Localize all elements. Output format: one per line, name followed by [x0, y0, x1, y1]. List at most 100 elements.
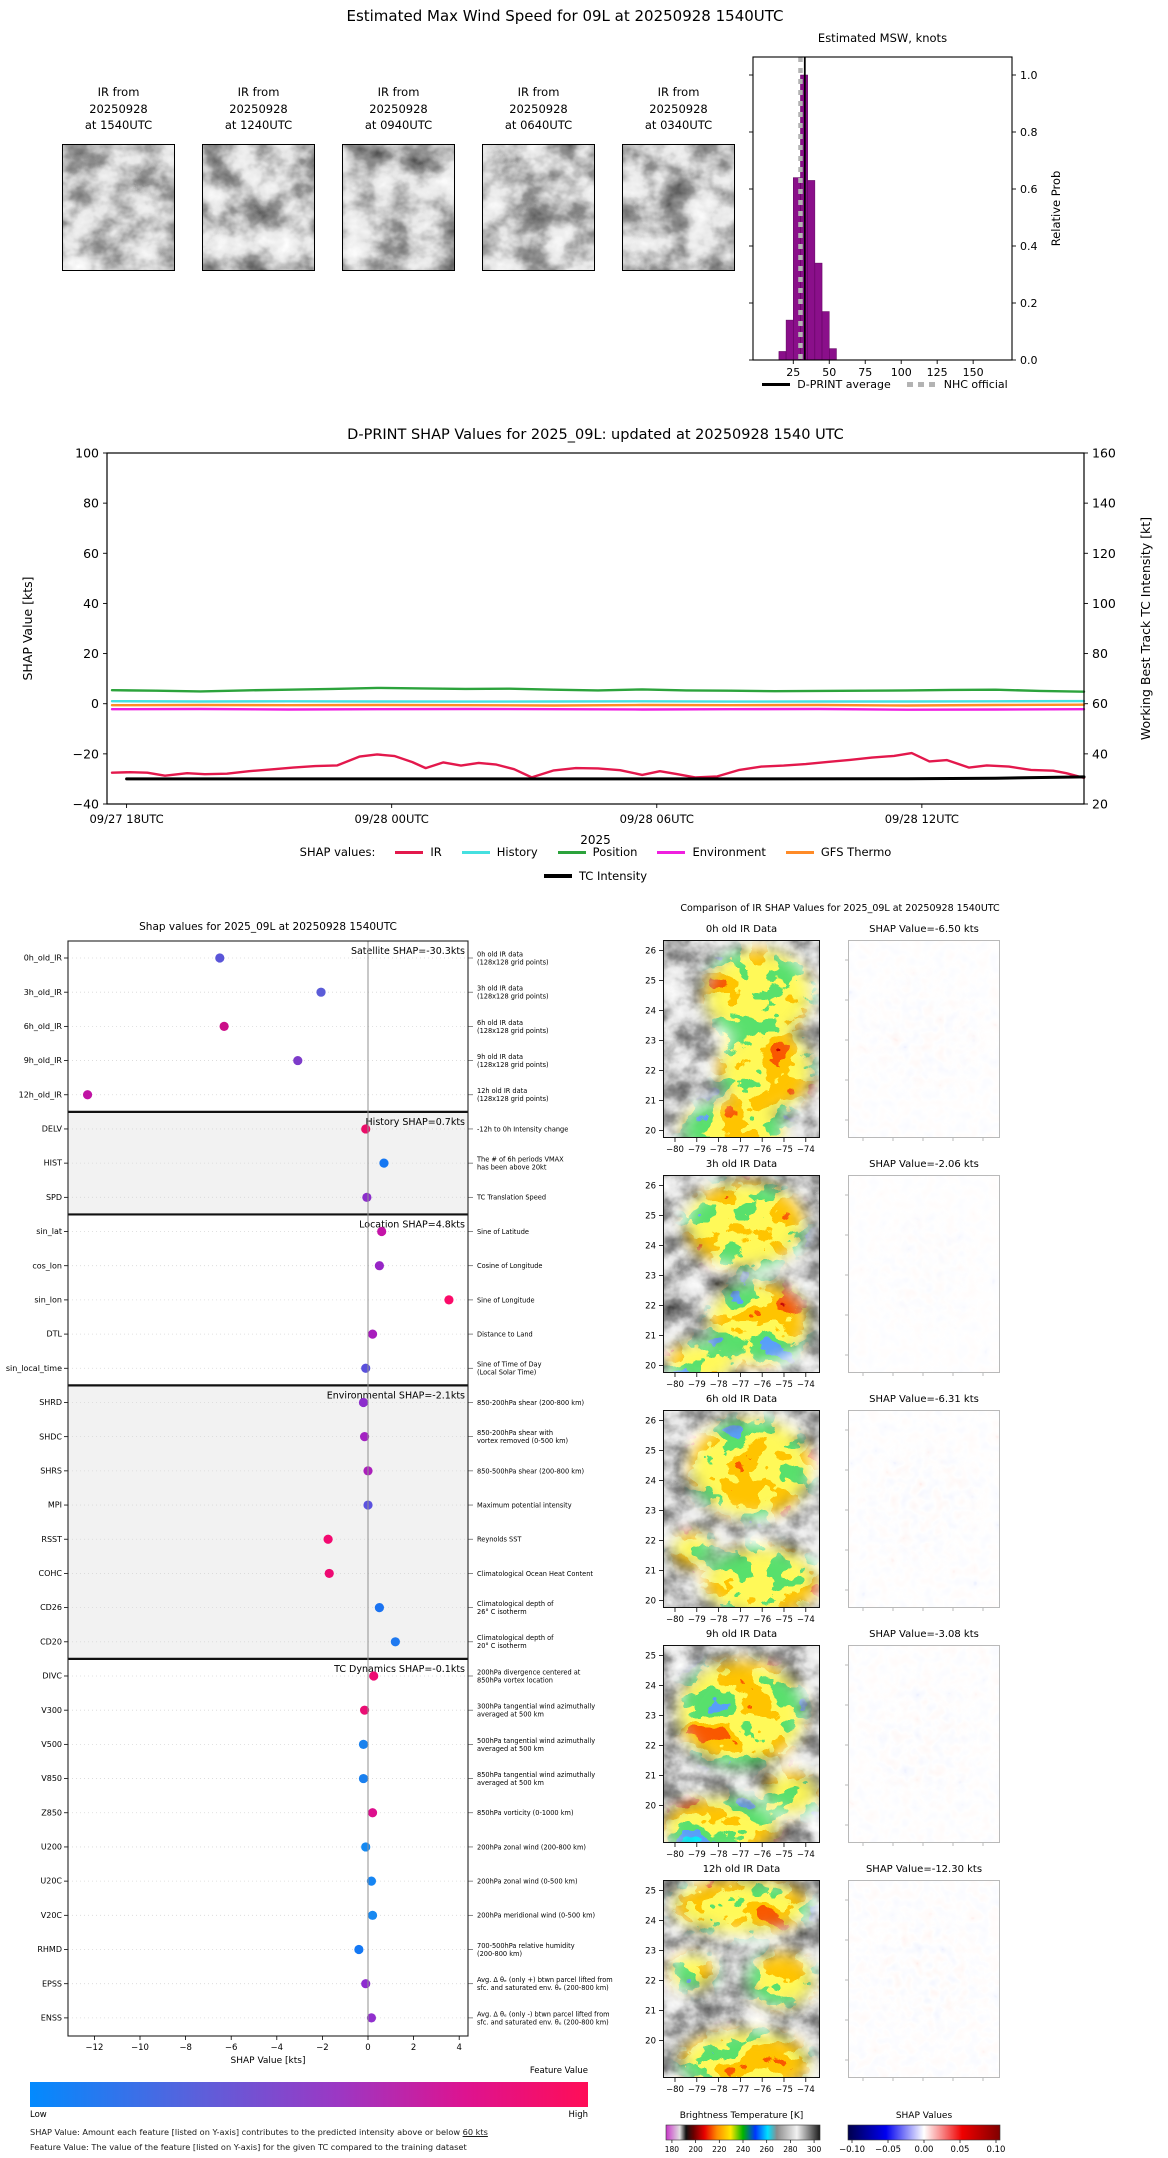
svg-text:DELV: DELV — [42, 1125, 63, 1134]
shap-dot-6h_old_IR — [219, 1021, 229, 1031]
svg-text:9h_old_IR: 9h_old_IR — [24, 1056, 63, 1065]
svg-text:21: 21 — [645, 1567, 656, 1577]
svg-text:6h_old_IR: 6h_old_IR — [24, 1022, 63, 1031]
svg-text:−75: −75 — [775, 1615, 793, 1625]
legend-environment: Environment — [657, 845, 766, 859]
svg-text:24: 24 — [645, 1917, 656, 1927]
footnote-underlined-text: 60 kts — [462, 2127, 488, 2137]
svg-text:−74: −74 — [797, 2085, 815, 2095]
feature-value-low-label: Low — [30, 2110, 47, 2120]
svg-text:80: 80 — [1092, 646, 1108, 661]
svg-text:0.8: 0.8 — [1020, 126, 1038, 139]
legend-prefix: SHAP values: — [299, 845, 376, 859]
svg-text:−76: −76 — [753, 1850, 771, 1860]
shap-dot-DIVC — [369, 1671, 379, 1681]
svg-text:U200: U200 — [41, 1843, 62, 1852]
svg-text:SHAP Value [kts]: SHAP Value [kts] — [231, 2056, 306, 2066]
shap-dot-9h_old_IR — [293, 1055, 303, 1066]
svg-text:40: 40 — [83, 596, 99, 611]
svg-text:HIST: HIST — [44, 1159, 62, 1168]
svg-text:−4: −4 — [271, 2043, 284, 2053]
shap-dot-SPD — [362, 1192, 372, 1202]
svg-text:0.2: 0.2 — [1020, 297, 1038, 310]
svg-text:−80: −80 — [666, 1615, 684, 1625]
svg-text:−77: −77 — [731, 1850, 749, 1860]
svg-text:CD26: CD26 — [40, 1603, 62, 1612]
shap-dot-sin_lat — [377, 1226, 387, 1237]
svg-text:−74: −74 — [797, 1145, 815, 1155]
svg-text:09/28 06UTC: 09/28 06UTC — [620, 812, 694, 826]
comparison-row-3h: 3h old IR Data SHAP Value=-2.06 kts 26 25 24… — [645, 1159, 1000, 1390]
svg-text:12h old IR Data: 12h old IR Data — [703, 1864, 781, 1875]
svg-text:U20C: U20C — [40, 1877, 62, 1886]
svg-text:−76: −76 — [753, 1145, 771, 1155]
shap-dot-12h_old_IR — [82, 1090, 93, 1100]
feature-value-colorbar-label: Feature Value — [529, 2066, 588, 2076]
svg-text:20: 20 — [83, 646, 99, 661]
svg-text:cos_lon: cos_lon — [32, 1261, 62, 1270]
svg-text:−0.10: −0.10 — [839, 2145, 865, 2155]
series-history — [110, 699, 1086, 703]
svg-text:−79: −79 — [688, 2085, 706, 2095]
figure-title: Estimated Max Wind Speed for 09L at 2025… — [346, 7, 784, 25]
shap-dot-U200 — [361, 1842, 371, 1852]
svg-text:3h_old_IR: 3h_old_IR — [24, 988, 63, 997]
msw-histogram: 0.00.20.40.60.81.025 50 75 100 125 150Relativ… — [749, 56, 1063, 379]
svg-text:−77: −77 — [731, 1380, 749, 1390]
shap-timeseries-chart: 100 160 80 140 60 120 40 100 20 80 0 60 −20 40 −40 20 09… — [20, 446, 1153, 848]
svg-text:Relative Prob: Relative Prob — [1049, 171, 1063, 247]
svg-text:−78: −78 — [710, 1615, 728, 1625]
timeseries-legend-row2: TC Intensity — [107, 869, 1084, 883]
svg-text:History SHAP=0.7kts: History SHAP=0.7kts — [366, 1117, 466, 1128]
shap-dot-SHRD — [358, 1397, 369, 1408]
svg-text:20: 20 — [645, 1597, 656, 1607]
svg-text:−76: −76 — [753, 1380, 771, 1390]
shap-dot-V20C — [367, 1910, 378, 1920]
legend-label: Environment — [692, 845, 766, 859]
svg-text:21: 21 — [645, 1772, 656, 1782]
histogram-legend: D-PRINT average NHC official — [735, 378, 1035, 391]
svg-text:−77: −77 — [731, 2085, 749, 2095]
svg-text:−79: −79 — [688, 1615, 706, 1625]
svg-text:0h_old_IR: 0h_old_IR — [24, 954, 63, 963]
series-environment — [110, 707, 1086, 711]
shap-dot-3h_old_IR — [316, 987, 326, 997]
svg-text:280: 280 — [783, 2145, 798, 2154]
legend-gfs-thermo: GFS Thermo — [785, 845, 891, 859]
svg-text:80: 80 — [83, 496, 99, 511]
svg-text:−78: −78 — [710, 1145, 728, 1155]
svg-text:−2: −2 — [316, 2043, 329, 2053]
svg-text:RSST: RSST — [41, 1535, 62, 1544]
timeseries-axes: 100 160 80 140 60 120 40 100 20 80 0 60 −20 40 −40 20 09… — [20, 446, 1153, 848]
svg-text:−77: −77 — [731, 1615, 749, 1625]
svg-text:09/27 18UTC: 09/27 18UTC — [89, 812, 163, 826]
comparison-row-9h: 9h old IR Data SHAP Value=-3.08 kts 25 24 23… — [645, 1629, 1000, 1860]
svg-text:Z850: Z850 — [41, 1808, 62, 1817]
svg-text:20: 20 — [1092, 797, 1108, 812]
shap-dot-V850 — [358, 1773, 369, 1784]
svg-text:26: 26 — [645, 947, 656, 957]
svg-text:−80: −80 — [666, 2085, 684, 2095]
svg-text:SHAP Value [kts]: SHAP Value [kts] — [20, 576, 35, 680]
svg-text:−80: −80 — [666, 1145, 684, 1155]
shap-dot-EPSS — [361, 1979, 371, 1989]
svg-text:Brightness Temperature [K]: Brightness Temperature [K] — [680, 2111, 804, 2121]
svg-text:20: 20 — [645, 1802, 656, 1812]
svg-text:−20: −20 — [73, 746, 99, 761]
svg-text:0.6: 0.6 — [1020, 183, 1038, 196]
ir-thumbnail — [482, 144, 595, 271]
svg-text:6h old IR Data: 6h old IR Data — [706, 1394, 777, 1405]
svg-text:25: 25 — [645, 1447, 656, 1457]
svg-text:23: 23 — [645, 1037, 656, 1047]
svg-text:V850: V850 — [41, 1774, 62, 1783]
series-gfs-thermo — [110, 703, 1086, 707]
svg-text:−8: −8 — [179, 2043, 192, 2053]
svg-text:22: 22 — [645, 1302, 656, 1312]
ir-thumb-label: IR from 20250928 at 0940UTC — [364, 85, 433, 133]
legend-line-sample — [785, 850, 814, 854]
svg-text:2: 2 — [411, 2043, 416, 2053]
legend-label: NHC official — [943, 378, 1008, 391]
shap-dot-DELV — [361, 1124, 371, 1134]
svg-text:23: 23 — [645, 1507, 656, 1517]
svg-text:−74: −74 — [797, 1615, 815, 1625]
